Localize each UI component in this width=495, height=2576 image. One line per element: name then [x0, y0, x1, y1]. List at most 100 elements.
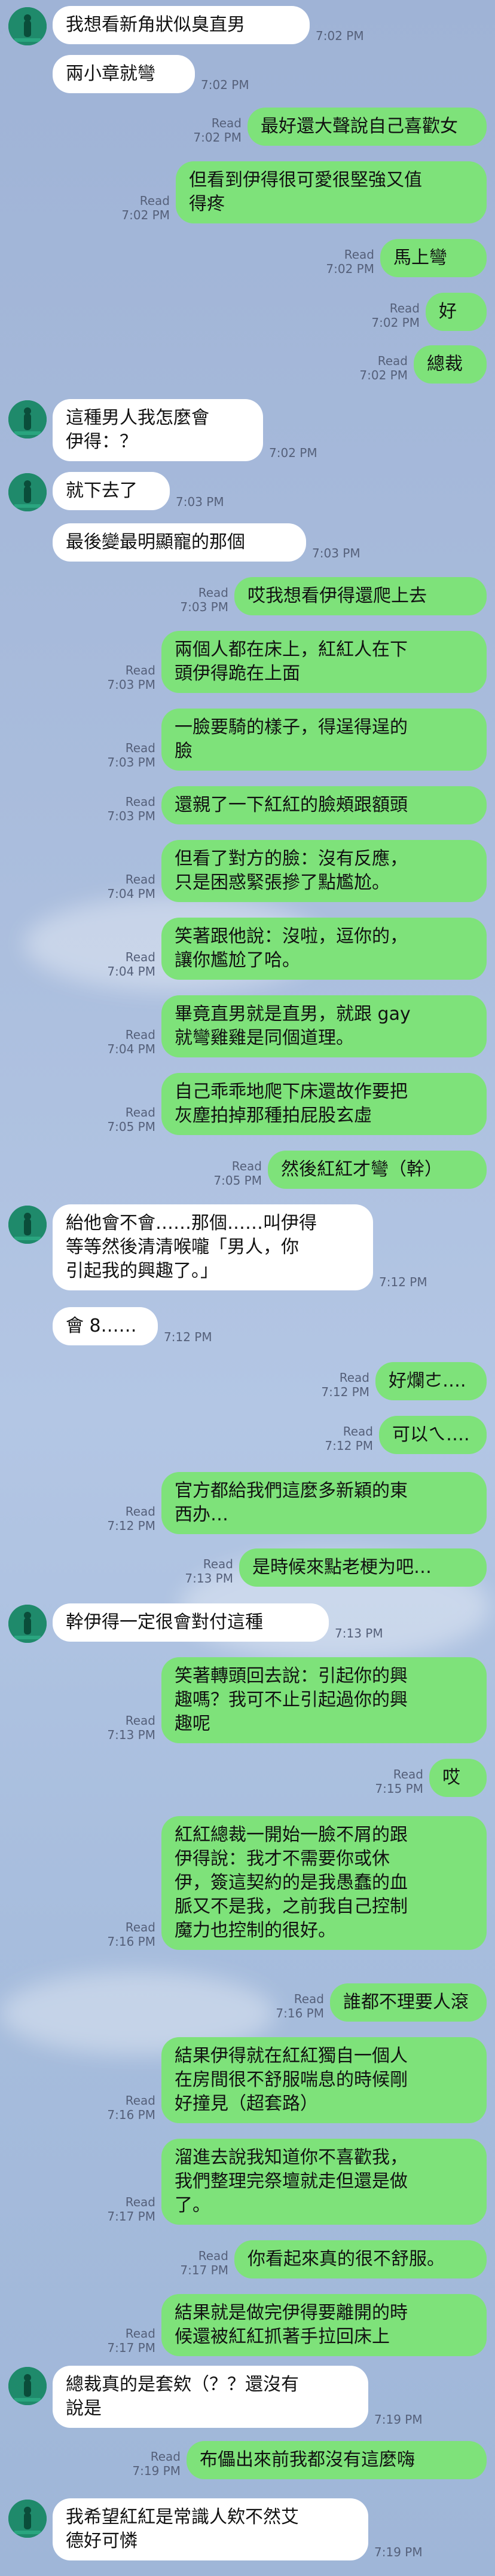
message-text-line: 自己乖乖地爬下床還故作要把 — [175, 1081, 408, 1102]
outgoing-message-bubble[interactable]: 最好還大聲說自己喜歡女 — [248, 108, 487, 146]
message-text-line: 總裁 — [427, 354, 463, 375]
outgoing-message-bubble[interactable]: 溜進去說我知道你不喜歡我， 我們整理完祭壇就走但還是做 了。 — [161, 2139, 487, 2225]
message-timestamp: 7:19 PM — [374, 2412, 423, 2427]
message-text-line: 德好可憐 — [66, 2531, 138, 2552]
message-text-line: 伊，簽這契約的是我愚蠢的血 — [175, 1872, 408, 1893]
outgoing-message-bubble[interactable]: 還親了一下紅紅的臉頰跟額頭 — [161, 786, 487, 824]
read-receipt: Read — [343, 1424, 373, 1439]
message-timestamp: 7:13 PM — [335, 1626, 383, 1640]
message-text-line: 讓你尷尬了哈。 — [175, 950, 300, 971]
outgoing-message-bubble[interactable]: 總裁 — [414, 345, 487, 384]
read-receipt: Read — [198, 585, 228, 600]
message-timestamp: 7:03 PM — [107, 809, 155, 823]
message-timestamp: 7:17 PM — [107, 2209, 155, 2224]
message-text-line: 魔力也控制的很好。 — [175, 1920, 336, 1941]
outgoing-message-bubble[interactable]: 一臉要騎的樣子，得逞得逞的臉 — [161, 709, 487, 771]
message-text-line: 灰塵拍掉那種拍屁股玄虛 — [175, 1105, 372, 1126]
outgoing-message-bubble[interactable]: 誰都不理要人滾 — [330, 1983, 487, 2022]
outgoing-message-bubble[interactable]: 馬上彎 — [380, 239, 487, 277]
message-text-line: 結果伊得就在紅紅獨自一個人 — [175, 2046, 408, 2066]
message-timestamp: 7:02 PM — [326, 262, 374, 276]
incoming-message-bubble[interactable]: 幹伊得一定很會對付這種 — [53, 1603, 329, 1642]
message-timestamp: 7:04 PM — [107, 887, 155, 901]
message-text-line: 伊得說：我才不需要你或休 — [175, 1848, 390, 1869]
avatar[interactable] — [8, 7, 47, 45]
message-text-line: 可以ㄟ…. — [392, 1424, 470, 1445]
outgoing-message-bubble[interactable]: 官方都給我們這麼多新穎的東 西办… — [161, 1472, 487, 1534]
message-text-line: 紿他會不會……那個……叫伊得 — [66, 1213, 317, 1234]
outgoing-message-bubble[interactable]: 你看起來真的很不舒服。 — [234, 2240, 487, 2278]
read-receipt: Read — [150, 2449, 181, 2464]
avatar[interactable] — [8, 400, 47, 438]
message-text-line: 趣嗎？我可不止引起過你的興 — [175, 1689, 408, 1710]
incoming-message-bubble[interactable]: 就下去了 — [53, 472, 170, 510]
avatar[interactable] — [8, 1206, 47, 1244]
message-timestamp: 7:02 PM — [359, 368, 408, 382]
incoming-message-bubble[interactable]: 紿他會不會……那個……叫伊得 等等然後清清喉嚨「男人，你 引起我的興趣了。」 — [53, 1204, 373, 1290]
incoming-message-bubble[interactable]: 這種男人我怎麼會 伊得：？ — [53, 399, 263, 461]
message-text-line: 候還被紅紅抓著手拉回床上 — [175, 2326, 390, 2347]
message-text-line: 總裁真的是套欸（？？還沒有 — [66, 2374, 299, 2395]
incoming-message-bubble[interactable]: 會 8…… — [53, 1307, 158, 1345]
message-text-line: 哎 — [442, 1767, 460, 1788]
outgoing-message-bubble[interactable]: 布儡出來前我都沒有這麼嗨 — [187, 2441, 487, 2479]
avatar[interactable] — [8, 1605, 47, 1643]
outgoing-message-bubble[interactable]: 笑著轉頭回去說：引起你的興 趣嗎？我可不止引起過你的興 趣呢 — [161, 1657, 487, 1743]
outgoing-message-bubble[interactable]: 兩個人都在床上，紅紅人在下 頭伊得跪在上面 — [161, 631, 487, 693]
message-text-line: 趣呢 — [175, 1713, 210, 1734]
incoming-message-bubble[interactable]: 我想看新角狀似臭直男 — [53, 6, 310, 44]
outgoing-message-bubble[interactable]: 自己乖乖地爬下床還故作要把 灰塵拍掉那種拍屁股玄虛 — [161, 1073, 487, 1135]
message-text-line: 等等然後清清喉嚨「男人，你 — [66, 1237, 299, 1258]
outgoing-message-bubble[interactable]: 好爛ㄜ…. — [375, 1362, 487, 1400]
outgoing-message-bubble[interactable]: 笑著跟他說：沒啦，逗你的， 讓你尷尬了哈。 — [161, 918, 487, 980]
message-timestamp: 7:17 PM — [107, 2341, 155, 2355]
message-timestamp: 7:03 PM — [107, 677, 155, 692]
message-timestamp: 7:03 PM — [312, 546, 360, 560]
message-text-line: 畢竟直男就是直男，就跟 gay — [175, 1004, 411, 1025]
read-receipt: Read — [125, 1713, 155, 1728]
message-text-line: 說是 — [66, 2398, 102, 2419]
outgoing-message-bubble[interactable]: 結果就是做完伊得要離開的時 候還被紅紅抓著手拉回床上 — [161, 2294, 487, 2356]
outgoing-message-bubble[interactable]: 哎我想看伊得還爬上去 — [234, 577, 487, 615]
outgoing-message-bubble[interactable]: 畢竟直男就是直男，就跟 gay 就彎雞雞是同個道理。 — [161, 995, 487, 1057]
incoming-message-bubble[interactable]: 兩小章就彎 — [53, 55, 195, 93]
message-text-line: 好爛ㄜ…. — [389, 1370, 466, 1391]
outgoing-message-bubble[interactable]: 哎 — [429, 1759, 487, 1797]
message-timestamp: 7:04 PM — [107, 964, 155, 979]
message-text-line: 伊得：？ — [66, 431, 138, 452]
message-text-line: 只是困惑緊張摻了點尷尬。 — [175, 872, 390, 893]
message-timestamp: 7:12 PM — [379, 1275, 427, 1289]
read-receipt: Read — [125, 1920, 155, 1934]
outgoing-message-bubble[interactable]: 但看到伊得很可愛很堅強又值 得疼 — [176, 161, 487, 223]
outgoing-message-bubble[interactable]: 紅紅總裁一開始一臉不屑的跟 伊得說：我才不需要你或休 伊，簽這契約的是我愚蠢的血 脈又… — [161, 1816, 487, 1950]
message-text-line: 我希望紅紅是常識人欸不然艾 — [66, 2507, 299, 2528]
incoming-message-bubble[interactable]: 最後變最明顯寵的那個 — [53, 523, 306, 562]
message-text-line: 得疼 — [189, 194, 225, 214]
message-timestamp: 7:13 PM — [185, 1571, 233, 1586]
message-text-line: 這種男人我怎麼會 — [66, 407, 209, 428]
outgoing-message-bubble[interactable]: 但看了對方的臉：沒有反應， 只是困惑緊張摻了點尷尬。 — [161, 840, 487, 902]
read-receipt: Read — [231, 1159, 262, 1173]
incoming-message-bubble[interactable]: 我希望紅紅是常識人欸不然艾 德好可憐 — [53, 2498, 368, 2560]
outgoing-message-bubble[interactable]: 是時候來點老梗为吧… — [239, 1548, 487, 1587]
outgoing-message-bubble[interactable]: 結果伊得就在紅紅獨自一個人 在房間很不舒服喘息的時候剛 好撞見（超套路） — [161, 2037, 487, 2123]
message-text-line: 兩小章就彎 — [66, 63, 155, 84]
message-timestamp: 7:02 PM — [121, 208, 170, 222]
message-text-line: 就下去了 — [66, 480, 138, 501]
read-receipt: Read — [125, 2093, 155, 2108]
avatar[interactable] — [8, 2500, 47, 2538]
message-text-line: 脈又不是我，之前我自己控制 — [175, 1896, 408, 1917]
outgoing-message-bubble[interactable]: 好 — [426, 293, 487, 331]
outgoing-message-bubble[interactable]: 然後紅紅才彎（幹） — [268, 1151, 487, 1189]
message-text-line: 一臉要騎的樣子，得逞得逞的 — [175, 717, 408, 738]
message-text-line: 然後紅紅才彎（幹） — [281, 1159, 442, 1180]
avatar[interactable] — [8, 2367, 47, 2405]
message-text-line: 溜進去說我知道你不喜歡我， — [175, 2147, 408, 2168]
message-text-line: 結果就是做完伊得要離開的時 — [175, 2302, 408, 2323]
avatar[interactable] — [8, 473, 47, 511]
incoming-message-bubble[interactable]: 總裁真的是套欸（？？還沒有 說是 — [53, 2366, 368, 2428]
message-timestamp: 7:03 PM — [180, 600, 228, 614]
outgoing-message-bubble[interactable]: 可以ㄟ…. — [379, 1416, 487, 1454]
message-timestamp: 7:15 PM — [375, 1781, 423, 1796]
read-receipt: Read — [125, 1105, 155, 1120]
